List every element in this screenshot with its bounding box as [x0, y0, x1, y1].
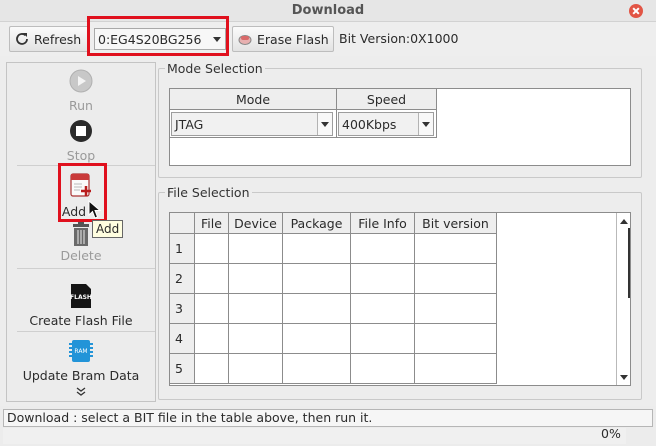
chevron-down-icon	[213, 37, 221, 42]
stop-button[interactable]: Stop	[7, 119, 155, 163]
table-cell[interactable]	[415, 294, 497, 324]
progress-percent: 0%	[601, 426, 621, 441]
corner-header	[170, 213, 195, 234]
speed-dropdown[interactable]: 400Kbps	[338, 112, 434, 136]
delete-button[interactable]: Delete	[7, 221, 155, 263]
run-label: Run	[69, 98, 93, 113]
flash-icon-text: FLASH	[70, 294, 92, 301]
trash-icon	[73, 222, 89, 246]
vertical-scrollbar[interactable]	[616, 213, 630, 385]
chevron-down-icon	[317, 113, 332, 135]
more-chevron-icon[interactable]	[76, 387, 86, 397]
left-action-panel: Run Stop Add Delete FLASH Create Flash F…	[6, 62, 156, 402]
file-table: File Device Package File Info Bit versio…	[169, 212, 631, 386]
mode-value: JTAG	[175, 117, 204, 132]
stop-icon	[70, 120, 92, 142]
row-number: 3	[170, 294, 195, 324]
refresh-button[interactable]: Refresh	[9, 26, 89, 52]
table-cell[interactable]	[415, 264, 497, 294]
scroll-up-icon[interactable]	[620, 219, 628, 224]
erase-flash-button[interactable]: Erase Flash	[232, 26, 334, 52]
speed-header: Speed	[337, 89, 437, 110]
bit-version-label: Bit Version:0X1000	[339, 31, 459, 46]
mode-dropdown[interactable]: JTAG	[171, 112, 333, 136]
table-cell[interactable]	[351, 234, 415, 264]
divider	[17, 331, 155, 332]
table-cell[interactable]	[229, 324, 283, 354]
table-cell[interactable]	[283, 294, 351, 324]
mode-selection-title: Mode Selection	[165, 61, 265, 76]
create-flash-file-button[interactable]: FLASH Create Flash File	[7, 283, 155, 328]
create-flash-file-label: Create Flash File	[29, 313, 133, 328]
file-info-header: File Info	[351, 213, 415, 234]
table-cell[interactable]	[351, 264, 415, 294]
row-number: 5	[170, 354, 195, 384]
table-cell[interactable]	[283, 354, 351, 384]
run-button[interactable]: Run	[7, 69, 155, 113]
row-number: 4	[170, 324, 195, 354]
mode-header: Mode	[170, 89, 337, 110]
scroll-thumb[interactable]	[618, 228, 630, 298]
file-header: File	[195, 213, 229, 234]
table-cell[interactable]	[283, 324, 351, 354]
play-icon	[69, 69, 93, 93]
row-number: 2	[170, 264, 195, 294]
update-bram-data-button[interactable]: RAM Update Bram Data	[7, 338, 155, 383]
bit-version-header: Bit version	[415, 213, 497, 234]
table-cell[interactable]	[195, 324, 229, 354]
divider	[17, 268, 155, 269]
divider	[17, 165, 155, 166]
ram-chip-icon: RAM	[69, 340, 93, 362]
table-cell[interactable]	[351, 324, 415, 354]
add-tooltip: Add	[92, 220, 124, 238]
table-cell[interactable]	[195, 294, 229, 324]
erase-flash-label: Erase Flash	[257, 31, 329, 47]
table-cell[interactable]	[229, 234, 283, 264]
refresh-label: Refresh	[34, 31, 82, 47]
table-cell[interactable]	[195, 234, 229, 264]
table-cell[interactable]	[415, 354, 497, 384]
device-header: Device	[229, 213, 283, 234]
mouse-cursor-icon	[88, 200, 102, 219]
table-cell[interactable]	[229, 354, 283, 384]
table-cell[interactable]	[415, 234, 497, 264]
progress-bar	[3, 428, 626, 444]
table-cell[interactable]	[195, 354, 229, 384]
row-number: 1	[170, 234, 195, 264]
table-cell[interactable]	[195, 264, 229, 294]
flash-file-icon: FLASH	[70, 284, 92, 308]
add-button[interactable]: Add	[7, 171, 155, 219]
status-message: Download : select a BIT file in the tabl…	[3, 409, 653, 427]
table-cell[interactable]	[283, 234, 351, 264]
refresh-icon	[16, 33, 28, 45]
close-icon[interactable]	[629, 4, 643, 18]
eraser-icon	[238, 35, 252, 45]
add-label: Add	[61, 204, 87, 219]
add-file-icon	[70, 173, 91, 197]
window-title: Download	[291, 3, 365, 18]
table-cell[interactable]	[229, 294, 283, 324]
scroll-down-icon[interactable]	[620, 375, 628, 380]
package-header: Package	[283, 213, 351, 234]
title-bar: Download	[0, 0, 656, 22]
device-select[interactable]: 0:EG4S20BG256	[94, 28, 226, 50]
file-selection-title: File Selection	[165, 185, 252, 200]
update-bram-data-label: Update Bram Data	[22, 368, 140, 383]
table-cell[interactable]	[229, 264, 283, 294]
chevron-down-icon	[418, 113, 433, 135]
device-value: 0:EG4S20BG256	[98, 31, 202, 47]
toolbar: Refresh 0:EG4S20BG256 Erase Flash Bit Ve…	[0, 22, 656, 56]
table-cell[interactable]	[351, 294, 415, 324]
table-cell[interactable]	[415, 324, 497, 354]
delete-label: Delete	[60, 248, 102, 263]
table-cell[interactable]	[283, 264, 351, 294]
speed-value: 400Kbps	[342, 117, 397, 132]
ram-icon-text: RAM	[74, 348, 87, 355]
stop-label: Stop	[66, 148, 96, 163]
status-bar: Download : select a BIT file in the tabl…	[0, 406, 656, 446]
table-cell[interactable]	[351, 354, 415, 384]
